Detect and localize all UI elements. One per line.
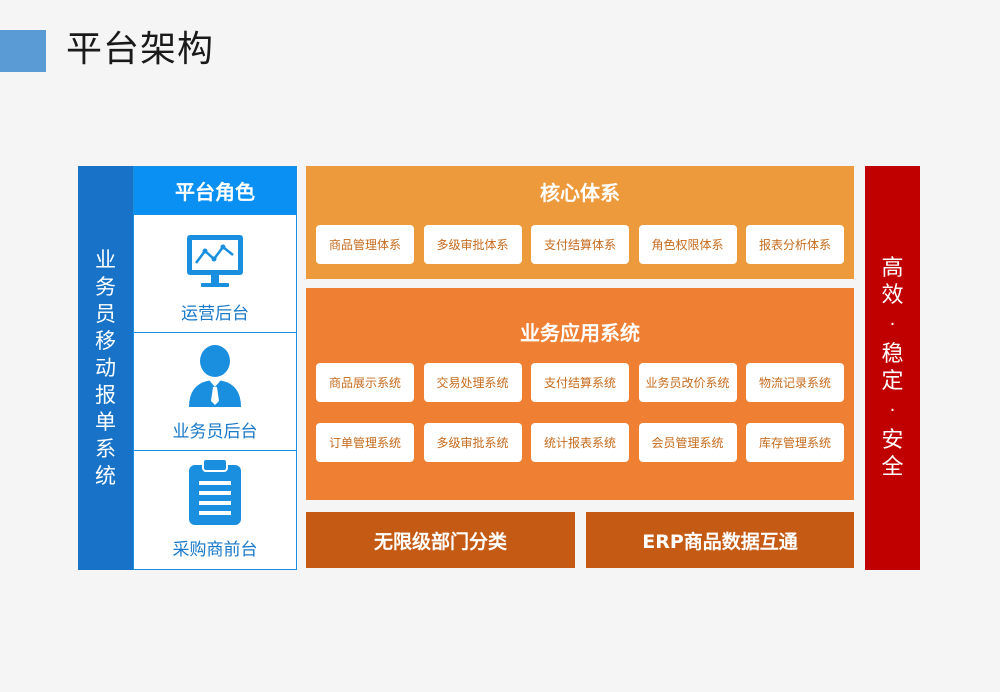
business-application-title: 业务应用系统 xyxy=(520,321,640,345)
business-chip-row-1: 商品展示系统 交易处理系统 支付结算系统 业务员改价系统 物流记录系统 xyxy=(306,363,854,402)
vertical-char: 移 xyxy=(95,328,116,353)
core-chip: 商品管理体系 xyxy=(316,225,414,264)
business-application-section: 业务应用系统 商品展示系统 交易处理系统 支付结算系统 业务员改价系统 物流记录… xyxy=(306,288,854,500)
vertical-char: 安 xyxy=(881,428,904,453)
business-chip: 商品展示系统 xyxy=(316,363,414,402)
role-label: 业务员后台 xyxy=(172,422,258,442)
vertical-char: 统 xyxy=(95,463,116,488)
business-chip: 订单管理系统 xyxy=(316,423,414,462)
core-chip: 支付结算体系 xyxy=(531,225,629,264)
salesperson-icon xyxy=(185,343,245,413)
roles-header: 平台角色 xyxy=(134,167,296,214)
business-chip: 业务员改价系统 xyxy=(638,363,737,402)
vertical-char: 务 xyxy=(95,274,116,299)
core-chip-row: 商品管理体系 多级审批体系 支付结算体系 角色权限体系 报表分析体系 xyxy=(306,225,854,264)
vertical-char: 效 xyxy=(881,283,904,308)
role-operations-backend: 运营后台 xyxy=(134,214,296,332)
separator-dot: · xyxy=(889,400,896,421)
vertical-char: 单 xyxy=(95,409,116,434)
department-classification-bar: 无限级部门分类 xyxy=(306,512,575,568)
core-chip: 多级审批体系 xyxy=(423,225,522,264)
vertical-char: 高 xyxy=(881,256,904,281)
mobile-order-system-column: 业 务 员 移 动 报 单 系 统 xyxy=(78,166,133,570)
business-chip: 多级审批系统 xyxy=(423,423,522,462)
business-chip: 支付结算系统 xyxy=(531,363,629,402)
title-accent-bar xyxy=(0,30,46,72)
efficient-stable-secure-column: 高 效 · 稳 定 · 安 全 xyxy=(865,166,920,570)
page-title: 平台架构 xyxy=(66,29,215,70)
monitor-chart-icon xyxy=(185,233,245,295)
erp-data-sync-bar: ERP商品数据互通 xyxy=(586,512,854,568)
vertical-char: 稳 xyxy=(881,342,904,367)
business-chip: 交易处理系统 xyxy=(423,363,522,402)
business-chip: 物流记录系统 xyxy=(746,363,844,402)
platform-roles-panel: 平台角色 运营后台 业务员后台 采购商前台 xyxy=(133,166,297,570)
business-chip: 库存管理系统 xyxy=(746,423,844,462)
role-buyer-frontend: 采购商前台 xyxy=(134,450,296,568)
vertical-char: 业 xyxy=(95,247,116,272)
vertical-char: 全 xyxy=(881,455,904,480)
role-label: 运营后台 xyxy=(181,304,249,324)
business-chip: 统计报表系统 xyxy=(531,423,629,462)
core-chip: 报表分析体系 xyxy=(746,225,844,264)
separator-dot: · xyxy=(889,314,896,335)
core-system-title: 核心体系 xyxy=(540,181,620,205)
vertical-char: 员 xyxy=(95,301,116,326)
business-chip: 会员管理系统 xyxy=(638,423,737,462)
core-chip: 角色权限体系 xyxy=(638,225,737,264)
vertical-char: 系 xyxy=(95,436,116,461)
clipboard-icon xyxy=(185,457,245,531)
business-chip-row-2: 订单管理系统 多级审批系统 统计报表系统 会员管理系统 库存管理系统 xyxy=(306,423,854,462)
vertical-char: 动 xyxy=(95,355,116,380)
role-label: 采购商前台 xyxy=(172,540,258,560)
core-system-section: 核心体系 商品管理体系 多级审批体系 支付结算体系 角色权限体系 报表分析体系 xyxy=(306,166,854,279)
role-salesperson-backend: 业务员后台 xyxy=(134,332,296,450)
vertical-char: 定 xyxy=(881,369,904,394)
vertical-char: 报 xyxy=(95,382,116,407)
